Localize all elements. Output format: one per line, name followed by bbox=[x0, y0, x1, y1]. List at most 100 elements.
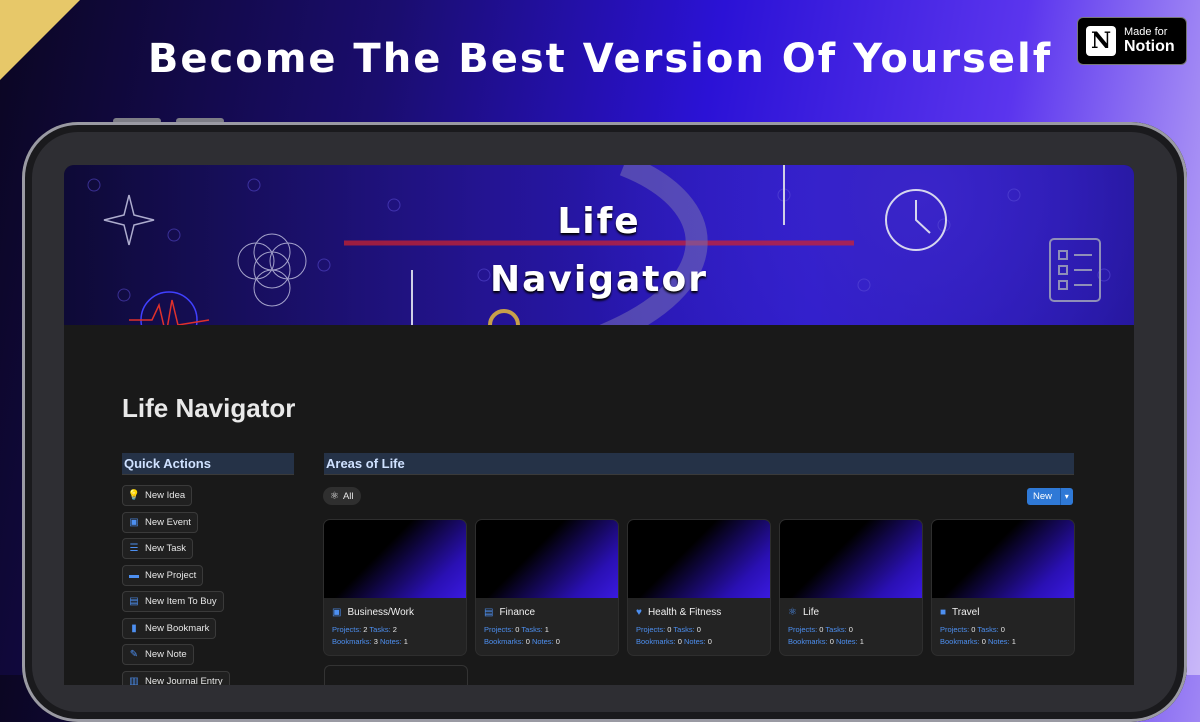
page-title: Life Navigator bbox=[122, 393, 296, 423]
cart-icon: ▤ bbox=[129, 596, 139, 607]
card-title: ▣ Business/Work bbox=[332, 607, 466, 618]
checklist-doc-icon bbox=[1049, 238, 1101, 302]
quick-action-label: New Item To Buy bbox=[145, 596, 217, 607]
pencil-icon: ✎ bbox=[129, 649, 139, 660]
banner-title: Life Navigator bbox=[444, 193, 754, 309]
notes-count: 0 bbox=[555, 637, 560, 646]
folder-icon: ▬ bbox=[129, 569, 139, 581]
bookmarks-count: 0 bbox=[525, 637, 530, 646]
notes-count: 1 bbox=[859, 637, 864, 646]
new-button[interactable]: New ▾ bbox=[1027, 488, 1073, 505]
bookmark-icon: ▮ bbox=[131, 622, 137, 634]
card-title-text: Travel bbox=[952, 607, 980, 618]
tasks-label: Tasks: bbox=[369, 625, 391, 634]
card-title-text: Life bbox=[802, 607, 820, 618]
atom-icon: ⚛ bbox=[788, 607, 797, 618]
card-title: ▤ Finance bbox=[484, 607, 618, 618]
projects-label: Projects: bbox=[940, 625, 970, 634]
filter-all-tab[interactable]: ⚛ All bbox=[323, 487, 361, 505]
areas-of-life-header: Areas of Life bbox=[324, 453, 1074, 475]
area-card[interactable]: ⚛ Life Projects: 0 Tasks: 0 Bookmarks: 0 No… bbox=[780, 520, 922, 655]
quick-action-button[interactable]: 💡 New Idea bbox=[122, 485, 193, 506]
bookmarks-label: Bookmarks: bbox=[788, 637, 828, 646]
banner-title-line1: Life bbox=[557, 201, 641, 242]
notes-label: Notes: bbox=[835, 637, 858, 646]
card-cover bbox=[780, 520, 922, 598]
card-title-text: Health & Fitness bbox=[647, 607, 722, 618]
card-stats: Projects: 0 Tasks: 0 Bookmarks: 0 Notes: … bbox=[636, 624, 770, 648]
bookmarks-count: 3 bbox=[373, 637, 378, 646]
bookmarks-count: 0 bbox=[829, 637, 834, 646]
quick-action-label: New Journal Entry bbox=[145, 675, 223, 686]
ticket-icon: ▣ bbox=[129, 516, 139, 528]
tasks-count: 0 bbox=[1000, 625, 1005, 634]
area-card[interactable]: ▤ Finance Projects: 0 Tasks: 1 Bookmarks: 0… bbox=[476, 520, 618, 655]
card-cover bbox=[324, 520, 466, 598]
projects-label: Projects: bbox=[332, 625, 362, 634]
quick-action-button[interactable]: ✎ New Note bbox=[122, 644, 194, 665]
card-title: ⚛ Life bbox=[788, 607, 922, 618]
card-stats: Projects: 0 Tasks: 0 Bookmarks: 0 Notes: … bbox=[788, 624, 922, 648]
made-for-notion-badge: N Made for Notion bbox=[1077, 17, 1187, 65]
new-button-label: New bbox=[1033, 491, 1053, 502]
notes-count: 1 bbox=[1011, 637, 1016, 646]
area-card[interactable]: ♥ Health & Fitness Projects: 0 Tasks: 0 Boo… bbox=[628, 520, 770, 655]
tasks-label: Tasks: bbox=[521, 625, 543, 634]
card-cover bbox=[476, 520, 618, 598]
projects-count: 2 bbox=[363, 625, 368, 634]
tasks-label: Tasks: bbox=[673, 625, 695, 634]
notion-logo-icon: N bbox=[1086, 26, 1116, 56]
card-title-text: Business/Work bbox=[347, 607, 414, 618]
notes-label: Notes: bbox=[987, 637, 1010, 646]
card-cover bbox=[932, 520, 1074, 598]
card-stats: Projects: 2 Tasks: 2 Bookmarks: 3 Notes: … bbox=[332, 624, 466, 648]
notes-label: Notes: bbox=[683, 637, 706, 646]
tasks-count: 1 bbox=[544, 625, 549, 634]
quick-action-button[interactable]: ▤ New Item To Buy bbox=[122, 591, 224, 612]
notes-count: 1 bbox=[403, 637, 408, 646]
bookmarks-count: 0 bbox=[981, 637, 986, 646]
card-title: ♥ Health & Fitness bbox=[636, 607, 770, 618]
quick-actions-header: Quick Actions bbox=[122, 453, 294, 475]
projects-label: Projects: bbox=[636, 625, 666, 634]
notes-label: Notes: bbox=[379, 637, 402, 646]
tasks-count: 0 bbox=[696, 625, 701, 634]
chevron-down-icon[interactable]: ▾ bbox=[1059, 488, 1073, 505]
badge-line2: Notion bbox=[1124, 38, 1175, 56]
briefcase-icon: ▣ bbox=[332, 607, 342, 618]
lightbulb-icon: 💡 bbox=[127, 490, 141, 501]
journal-icon: ▥ bbox=[129, 675, 139, 686]
areas-gallery: ▣ Business/Work Projects: 2 Tasks: 2 Bookma… bbox=[324, 520, 1074, 655]
pulse-compass-icon bbox=[129, 291, 210, 325]
bookmarks-label: Bookmarks: bbox=[332, 637, 372, 646]
quick-action-button[interactable]: ▬ New Project bbox=[122, 564, 204, 586]
area-card[interactable]: ■ Travel Projects: 0 Tasks: 0 Bookmarks: 0 … bbox=[932, 520, 1074, 655]
notes-label: Notes: bbox=[531, 637, 554, 646]
quick-action-button[interactable]: ☰ New Task bbox=[122, 538, 194, 559]
checklist-icon: ☰ bbox=[129, 543, 139, 554]
quick-action-button[interactable]: ▥ New Journal Entry bbox=[122, 670, 230, 686]
quick-action-button[interactable]: ▮ New Bookmark bbox=[122, 617, 217, 639]
tasks-count: 0 bbox=[848, 625, 853, 634]
filter-all-label: All bbox=[342, 490, 354, 502]
quick-action-label: New Bookmark bbox=[145, 622, 210, 634]
projects-count: 0 bbox=[667, 625, 672, 634]
projects-count: 0 bbox=[819, 625, 824, 634]
area-card[interactable]: ▣ Business/Work Projects: 2 Tasks: 2 Bookma… bbox=[324, 520, 466, 655]
quick-action-label: New Task bbox=[145, 543, 187, 554]
quick-action-label: New Project bbox=[145, 569, 197, 581]
heart-pulse-icon: ♥ bbox=[636, 607, 642, 618]
clock-icon bbox=[885, 189, 947, 251]
headline: Become The Best Version Of Yourself bbox=[147, 36, 1053, 82]
projects-label: Projects: bbox=[788, 625, 818, 634]
tasks-count: 2 bbox=[392, 625, 397, 634]
card-stats: Projects: 0 Tasks: 1 Bookmarks: 0 Notes: … bbox=[484, 624, 618, 648]
bookmarks-label: Bookmarks: bbox=[484, 637, 524, 646]
bookmarks-count: 0 bbox=[677, 637, 682, 646]
gallery-card-partial[interactable] bbox=[324, 665, 468, 685]
notion-screen: Life Navigator Life Navigator Quick Acti… bbox=[64, 165, 1134, 685]
tasks-label: Tasks: bbox=[977, 625, 999, 634]
quick-action-label: New Idea bbox=[145, 490, 186, 501]
quick-action-button[interactable]: ▣ New Event bbox=[122, 511, 198, 533]
quick-action-label: New Note bbox=[145, 649, 187, 660]
